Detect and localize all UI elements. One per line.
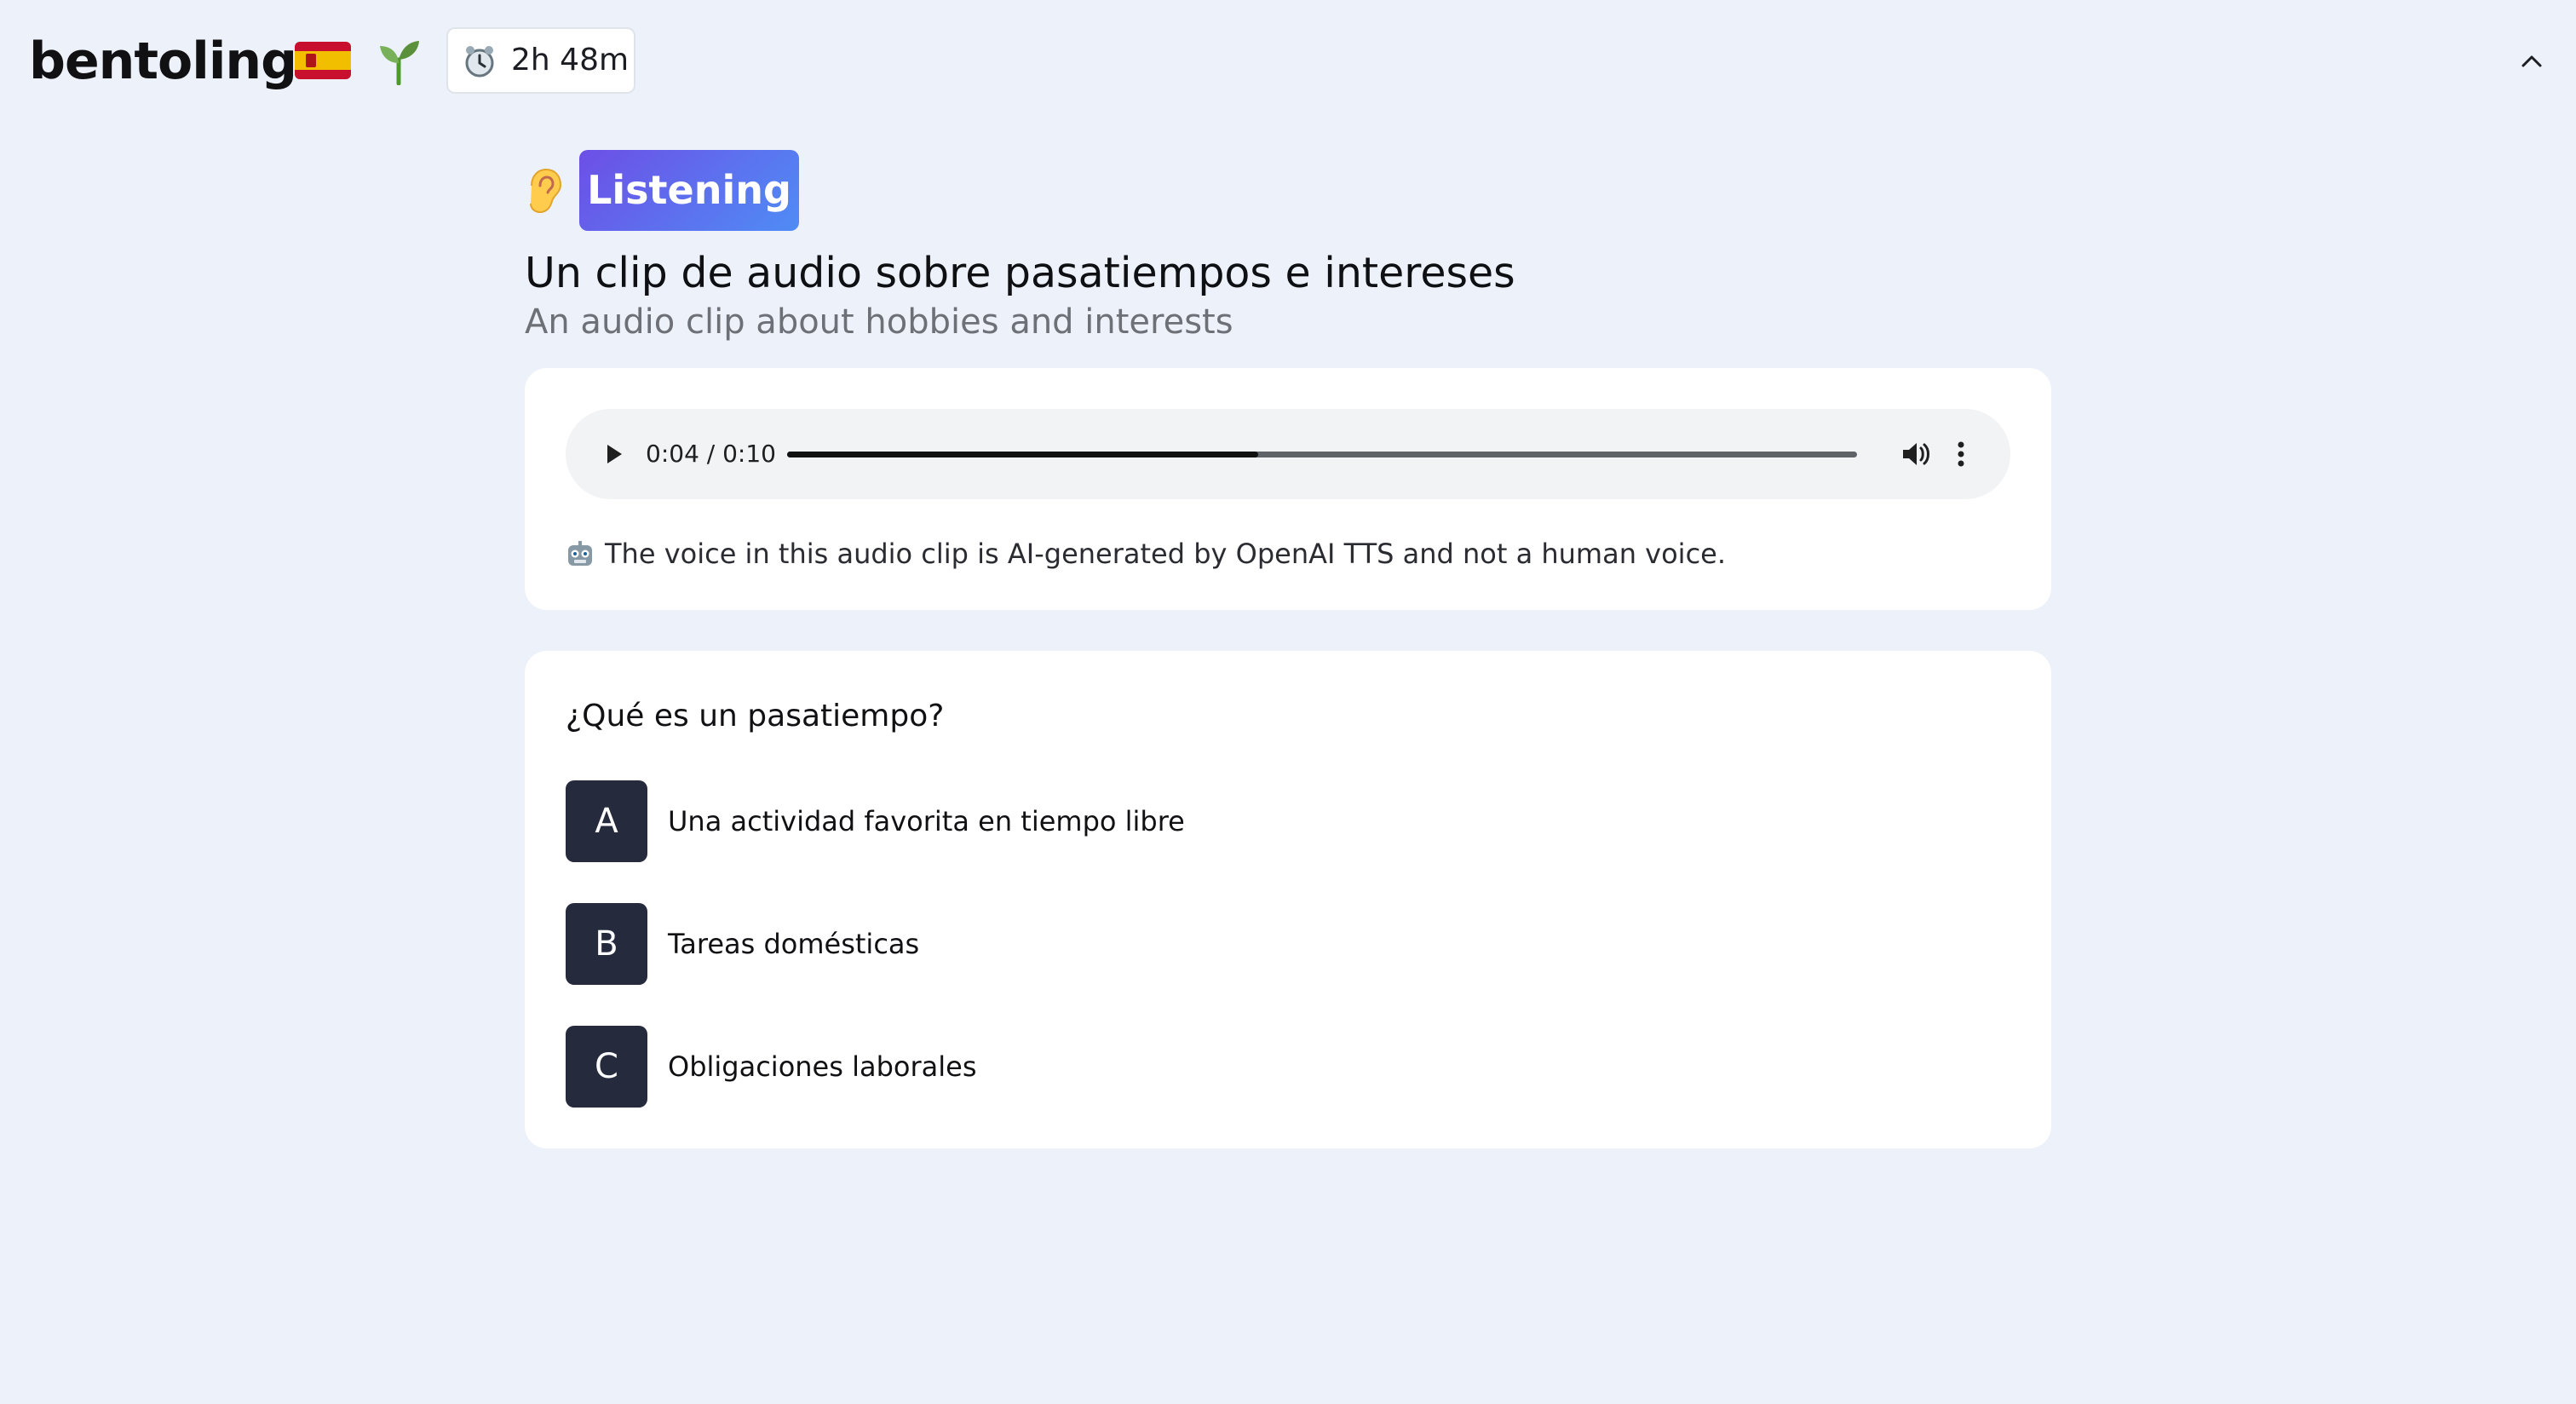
volume-icon[interactable]: [1898, 436, 1934, 472]
question-text: ¿Qué es un pasatiempo?: [566, 699, 945, 734]
option-letter[interactable]: B: [566, 903, 647, 985]
alarm-clock-icon: [463, 45, 496, 78]
question-card: ¿Qué es un pasatiempo? A Una actividad f…: [525, 651, 2051, 1148]
answer-option-a[interactable]: A Una actividad favorita en tiempo libre: [566, 780, 2010, 862]
skill-badge: Listening: [579, 150, 799, 231]
ai-voice-disclaimer: The voice in this audio clip is AI-gener…: [566, 532, 1726, 576]
timer-text: 2h 48m: [511, 43, 630, 78]
spain-flag-icon[interactable]: [295, 42, 351, 79]
option-text[interactable]: Obligaciones laborales: [668, 1044, 976, 1090]
option-text[interactable]: Tareas domésticas: [668, 921, 919, 967]
answer-option-b[interactable]: B Tareas domésticas: [566, 903, 2010, 985]
sprout-icon[interactable]: [377, 37, 421, 86]
play-icon[interactable]: [600, 440, 627, 468]
top-bar: bentolingo 2h 48m: [0, 0, 2576, 124]
audio-time-label: 0:04 / 0:10: [646, 440, 776, 468]
audio-player[interactable]: 0:04 / 0:10: [566, 409, 2010, 499]
app-logo[interactable]: bentolingo: [29, 27, 331, 95]
audio-card: 0:04 / 0:10 The voice in this audio clip…: [525, 368, 2051, 610]
chevron-up-icon[interactable]: [2513, 43, 2550, 80]
lesson-subtitle: An audio clip about hobbies and interest…: [525, 302, 1233, 342]
option-letter[interactable]: C: [566, 1026, 647, 1108]
audio-progress-fill: [787, 452, 1258, 457]
flag-stripe-bottom: [295, 70, 351, 79]
answer-option-c[interactable]: C Obligaciones laborales: [566, 1026, 2010, 1108]
more-options-icon[interactable]: [1952, 436, 1969, 472]
flag-stripe-top: [295, 42, 351, 51]
option-letter[interactable]: A: [566, 780, 647, 862]
disclaimer-text: The voice in this audio clip is AI-gener…: [605, 538, 1727, 570]
flag-emblem: [306, 54, 316, 67]
option-text[interactable]: Una actividad favorita en tiempo libre: [668, 798, 1185, 844]
study-timer[interactable]: 2h 48m: [446, 27, 635, 94]
flag-stripe-middle: [295, 51, 351, 70]
robot-icon: [566, 538, 595, 567]
lesson-title: Un clip de audio sobre pasatiempos e int…: [525, 249, 1515, 297]
audio-progress-bar[interactable]: [787, 452, 1857, 457]
ear-icon: [525, 167, 564, 215]
